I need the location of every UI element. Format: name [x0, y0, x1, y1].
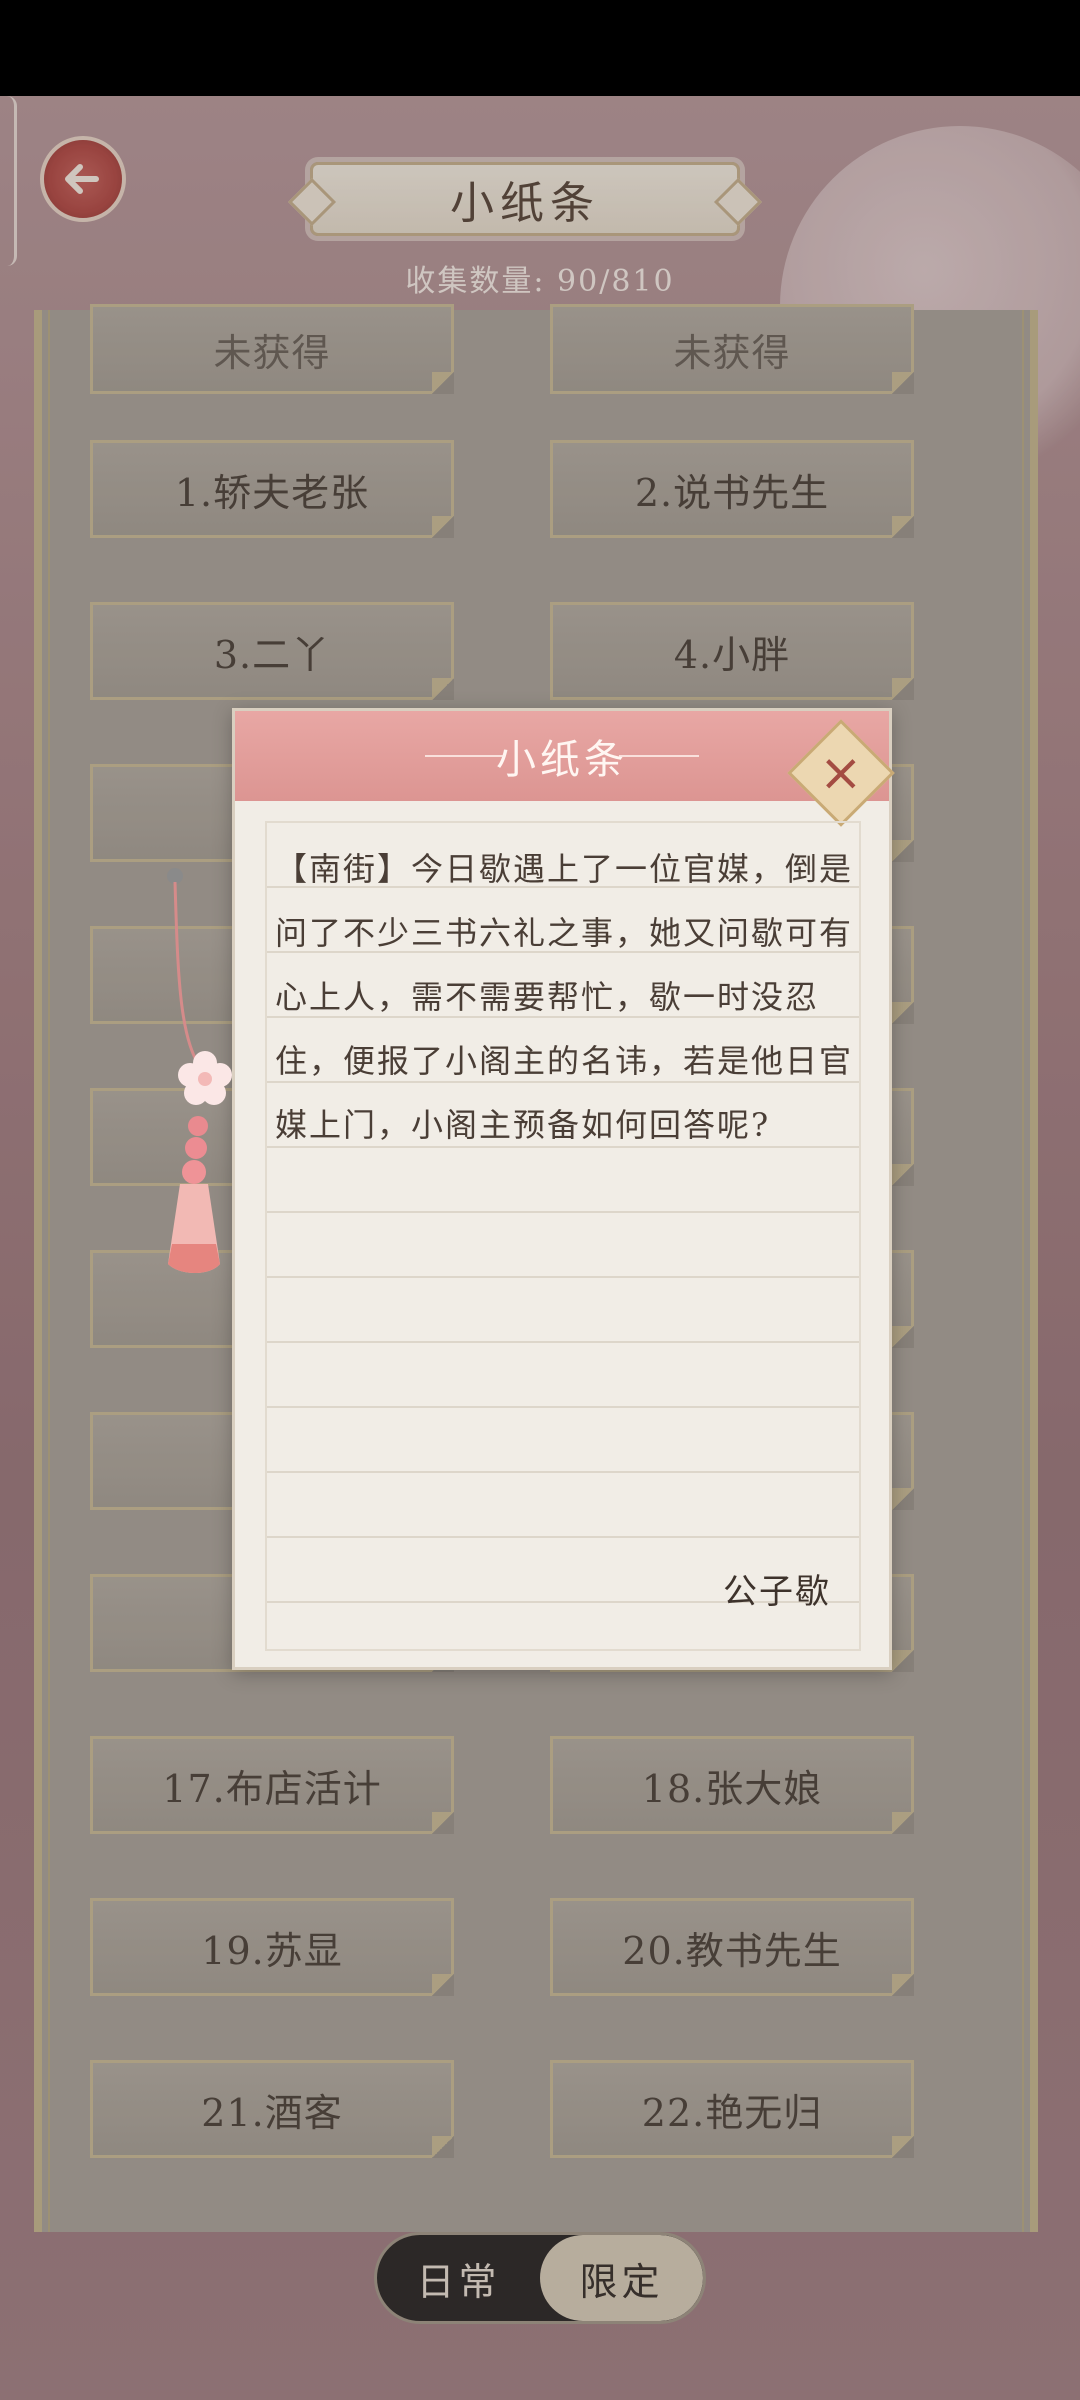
note-paper: 【南街】今日歇遇上了一位官媒，倒是问了不少三书六礼之事，她又问歇可有心上人，需不…: [265, 821, 861, 1651]
close-icon: ×: [819, 742, 863, 803]
note-signature: 公子歇: [723, 1572, 831, 1612]
note-text: 【南街】今日歇遇上了一位官媒，倒是问了不少三书六礼之事，她又问歇可有心上人，需不…: [275, 850, 854, 1144]
header-flourish-right: [619, 755, 699, 757]
tassel-charm-icon: [167, 868, 232, 1273]
dialog-title: 小纸条: [496, 737, 628, 783]
game-screen: 小纸条 收集数量: 90/810 未获得 未获得 1.轿夫老张 2.说书先生 3.二丫 4…: [0, 96, 1080, 2400]
note-dialog: 小纸条 × 【南街】今日歇遇上了一位官媒，倒是问了不少三书六礼之事，她又问歇可有…: [232, 708, 895, 1670]
header-flourish-left: [425, 755, 505, 757]
dialog-header: 小纸条: [235, 711, 889, 801]
